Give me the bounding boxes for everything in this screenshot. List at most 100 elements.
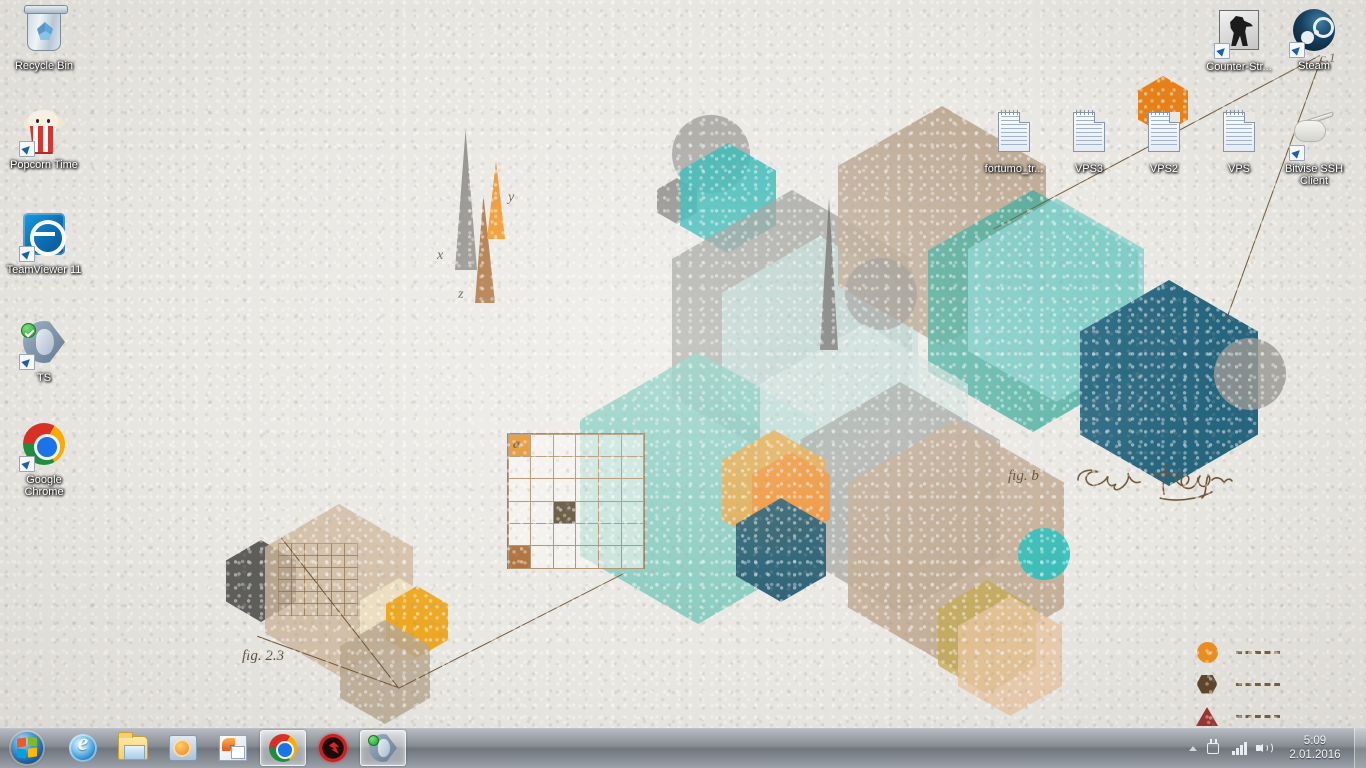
wallpaper-circle-teal-small	[1018, 528, 1070, 580]
wallpaper-hexagon-petrol	[736, 498, 826, 602]
counter-strike-icon	[1214, 10, 1263, 59]
wallpaper-small-grid	[277, 542, 359, 616]
fig-23-label: fig. 2.3	[242, 648, 285, 664]
desktop-icon-vps2[interactable]: VPS2	[1126, 108, 1202, 175]
axis-label-x: x	[437, 248, 444, 263]
magnifier-leader-line	[398, 572, 626, 689]
clock-date: 2.01.2016	[1289, 749, 1341, 761]
teamspeak-icon	[368, 734, 397, 762]
wallpaper-hexagon-gray-large	[672, 190, 912, 466]
shortcut-overlay-icon	[19, 456, 35, 472]
wallpaper-hexagon-darkgray-left	[226, 540, 296, 622]
shortcut-overlay-icon	[19, 246, 35, 262]
game-launcher-icon	[319, 734, 347, 762]
desktop-icon-label: VPS	[1227, 163, 1250, 175]
desktop-icon-steam[interactable]: Steam	[1276, 6, 1352, 72]
media-player-icon	[169, 735, 197, 761]
shortcut-overlay-icon	[19, 354, 35, 370]
show-hidden-icons-button[interactable]	[1182, 728, 1204, 768]
show-desktop-button[interactable]	[1354, 728, 1366, 768]
wallpaper-hexagon-gold	[722, 430, 826, 550]
wallpaper-hexagon-amber-left	[386, 586, 448, 658]
legend-triangle-icon	[1194, 706, 1220, 726]
desktop-icon-label: VPS2	[1149, 163, 1179, 175]
desktop-icon-label: Steam	[1298, 60, 1330, 72]
taskbar-button-windows-explorer[interactable]	[110, 730, 156, 766]
teamviewer-icon	[19, 213, 68, 262]
legend-row	[1194, 668, 1280, 700]
legend-dash	[1236, 682, 1280, 686]
wallpaper-spike-x	[455, 130, 477, 270]
wallpaper-spike-gray-tall	[820, 198, 838, 350]
desktop-icon-label: VPS3	[1074, 163, 1104, 175]
taskbar-button-google-chrome[interactable]	[260, 730, 306, 766]
taskbar-button-list[interactable]	[58, 728, 408, 768]
text-document-icon	[1140, 110, 1188, 160]
google-chrome-icon	[19, 423, 68, 472]
wallpaper-circle-gray-right	[1214, 338, 1286, 410]
steam-icon	[1289, 9, 1338, 58]
desktop-icon-fortumo-tr[interactable]: fortumo_tr...	[976, 108, 1052, 175]
desktop-icon-label: Recycle Bin	[14, 60, 74, 72]
desktop-icon-label: Google Chrome	[24, 474, 64, 498]
wallpaper-circle-gray-mid	[845, 258, 917, 330]
legend-circle-icon	[1194, 641, 1220, 663]
windows-logo-icon	[11, 732, 43, 764]
start-button[interactable]	[0, 728, 54, 768]
wallpaper-hexagon-small-gray	[657, 178, 697, 224]
google-chrome-icon	[269, 734, 297, 762]
volume-icon[interactable]	[1252, 728, 1276, 768]
taskbar-button-game-launcher[interactable]	[310, 730, 356, 766]
desktop-icon-vps[interactable]: VPS	[1201, 108, 1277, 175]
clock-time: 5:09	[1303, 735, 1327, 747]
axis-label-z: z	[458, 287, 464, 302]
safely-remove-hardware-icon[interactable]	[1204, 728, 1228, 768]
wallpaper-circle-gray	[672, 115, 750, 193]
photo-viewer-icon	[219, 735, 247, 761]
shortcut-overlay-icon	[19, 141, 35, 157]
artist-signature	[1077, 463, 1233, 501]
wallpaper-hexagon-tan-bottom	[848, 420, 1064, 670]
desktop-icon-popcorn-time[interactable]: Popcorn Time	[6, 108, 82, 171]
clock[interactable]: 5:09 2.01.2016	[1276, 728, 1354, 768]
wallpaper-hexagon-aqua	[968, 198, 1144, 402]
wallpaper-hexagon-pale-center	[760, 324, 968, 564]
desktop-icon-bitvise-ssh-client[interactable]: Bitvise SSH Client	[1276, 108, 1352, 187]
axis-label-y: y	[508, 190, 515, 205]
teamspeak-icon	[19, 321, 68, 370]
popcorn-time-icon	[19, 108, 68, 157]
recycle-bin-icon	[20, 5, 68, 57]
magnifier-leader-line	[257, 635, 399, 688]
desktop-icon-label: Popcorn Time	[10, 159, 78, 171]
taskbar-button-photo-viewer[interactable]	[210, 730, 256, 766]
text-document-icon	[1215, 110, 1263, 160]
desktop-icon-label: fortumo_tr...	[984, 163, 1044, 175]
wallpaper-hexagon-orange	[752, 452, 830, 542]
desktop-icon-vps3[interactable]: VPS3	[1051, 108, 1127, 175]
wallpaper-hexagon-peach	[958, 596, 1062, 716]
network-icon[interactable]	[1228, 728, 1252, 768]
shortcut-overlay-icon	[1289, 145, 1305, 161]
taskbar-button-teamspeak[interactable]	[360, 730, 406, 766]
legend-hexagon-icon	[1194, 674, 1220, 694]
wallpaper-connector-line	[1225, 57, 1322, 322]
wallpaper-hexagon-taupe-left	[340, 620, 430, 724]
folder-icon	[118, 732, 148, 760]
desktop-icon-teamviewer[interactable]: TeamViewer 11	[6, 210, 82, 276]
desktop-icon-recycle-bin[interactable]: Recycle Bin	[6, 5, 82, 72]
desktop[interactable]: a x y z fig. b fig. 2.3 c.1 Recycle Bin …	[0, 0, 1366, 768]
desktop-icon-google-chrome[interactable]: Google Chrome	[6, 420, 82, 498]
taskbar-button-internet-explorer[interactable]	[60, 730, 106, 766]
legend-row	[1194, 636, 1280, 668]
wallpaper-hexagon-beige-left	[265, 504, 413, 676]
bitvise-ssh-icon	[1289, 111, 1338, 161]
wallpaper-hexagon-dark-teal	[1080, 280, 1258, 486]
magnifier-leader-line	[281, 537, 399, 688]
desktop-icon-counter-strike[interactable]: Counter-Str...	[1201, 6, 1277, 73]
magnifier-cell-label-a: a	[513, 437, 520, 452]
wallpaper-hexagon-green-teal	[928, 190, 1138, 432]
desktop-icon-teamspeak[interactable]: TS	[6, 318, 82, 384]
taskbar[interactable]: 5:09 2.01.2016	[0, 728, 1366, 768]
taskbar-button-media-player[interactable]	[160, 730, 206, 766]
system-tray[interactable]: 5:09 2.01.2016	[1182, 728, 1366, 768]
